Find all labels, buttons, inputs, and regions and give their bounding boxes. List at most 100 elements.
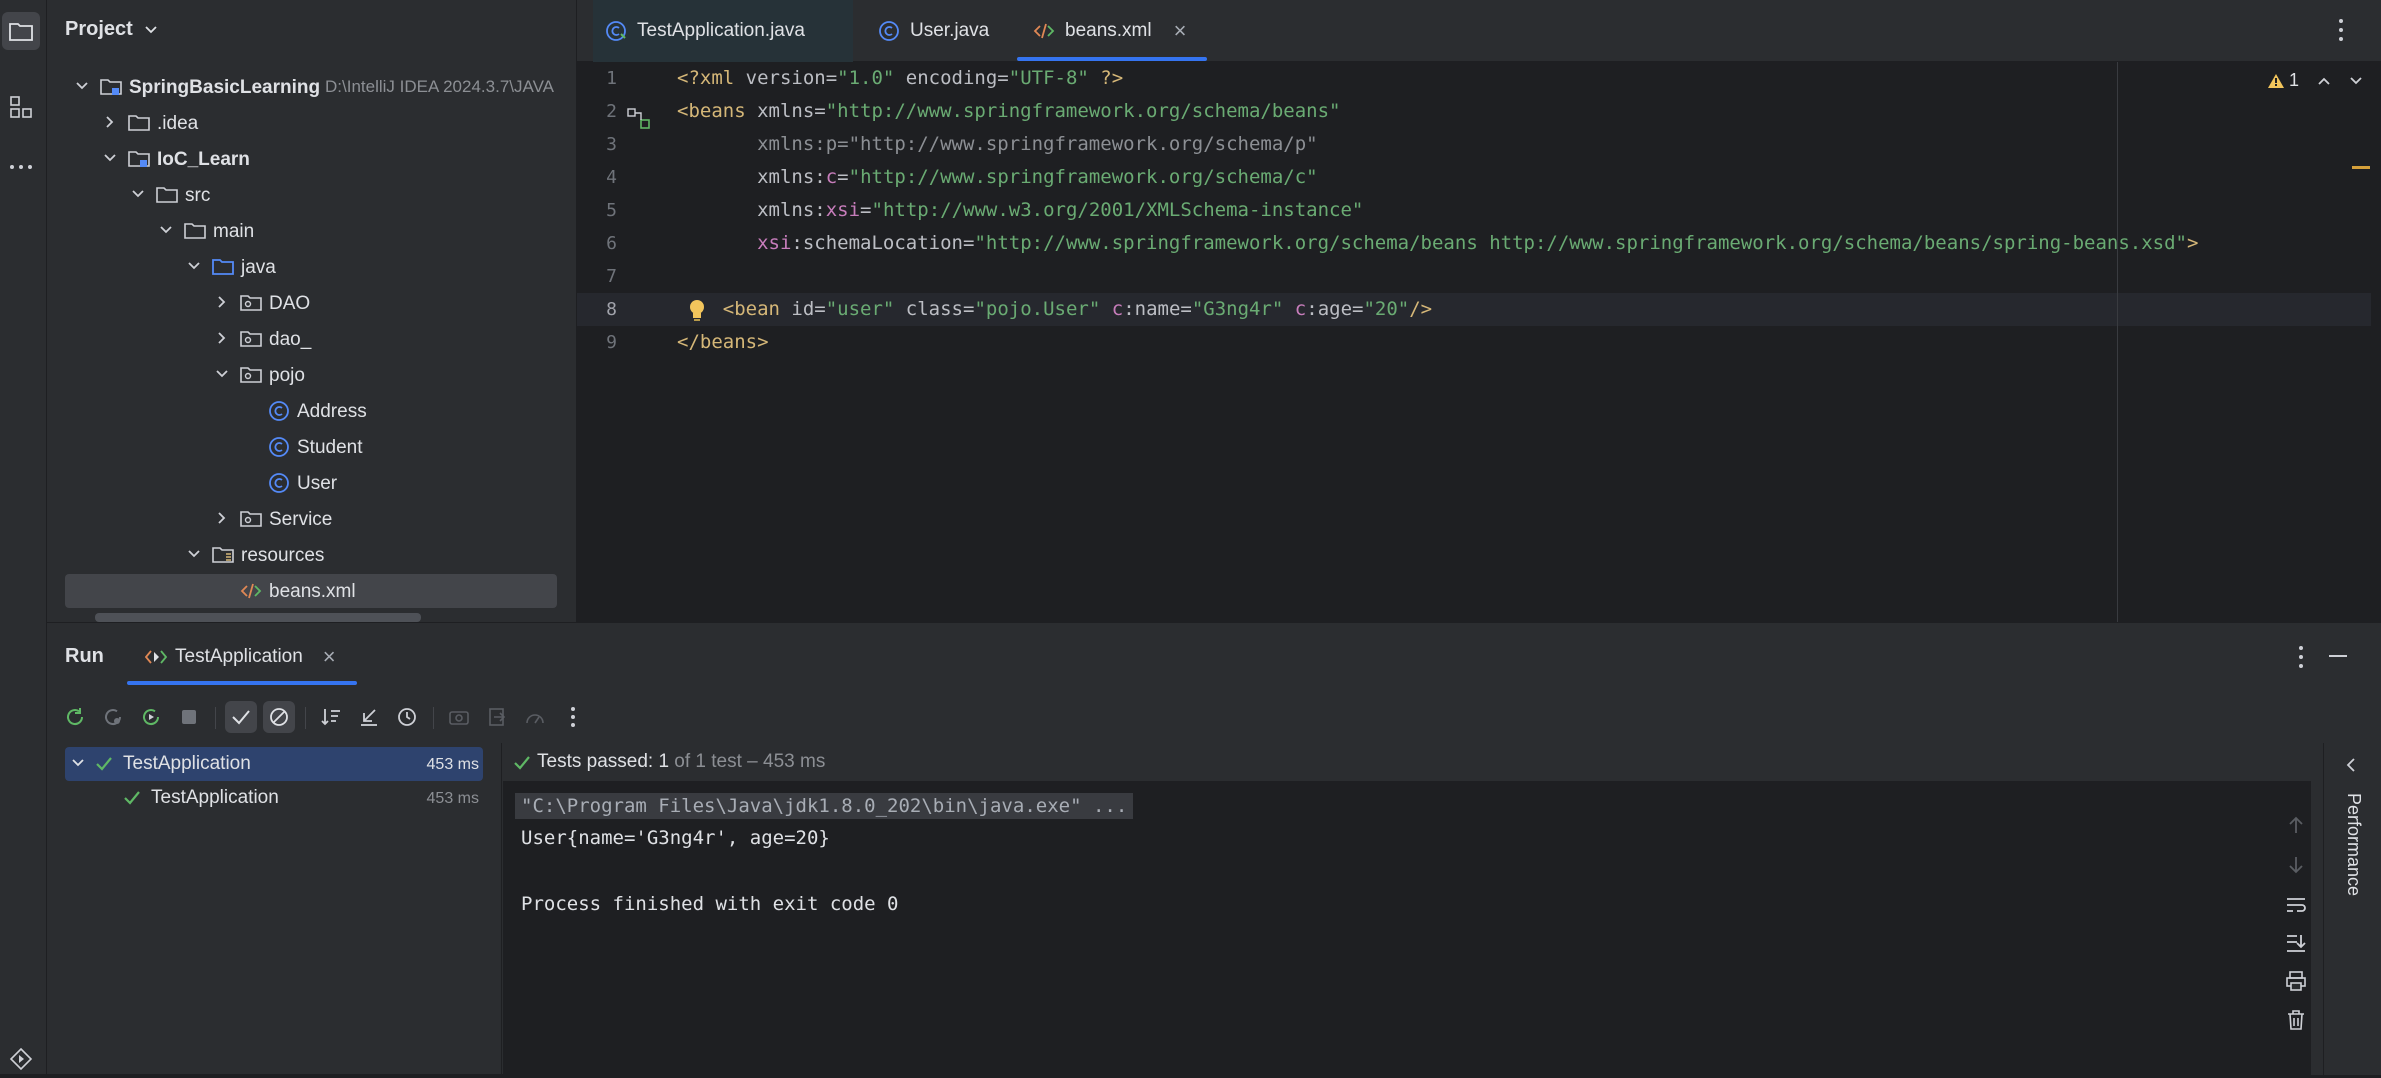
- run-toolbar: [47, 691, 2381, 743]
- code-line: <?xml version="1.0" encoding="UTF-8" ?>: [677, 67, 1123, 89]
- rerun-button[interactable]: [59, 701, 91, 733]
- class-icon: [267, 399, 291, 423]
- code-token: =: [860, 199, 872, 221]
- services-tool-button[interactable]: [2, 1040, 40, 1078]
- chevron-down-icon[interactable]: [101, 149, 119, 167]
- close-icon[interactable]: ×: [1174, 18, 1187, 44]
- tab-label: User.java: [910, 20, 990, 41]
- arrow-up-icon[interactable]: [2287, 815, 2305, 835]
- tree-item-resources[interactable]: resources: [47, 538, 567, 572]
- chevron-down-icon[interactable]: [73, 77, 91, 95]
- minimize-icon[interactable]: [2329, 655, 2347, 657]
- bean-gutter-icon[interactable]: [627, 108, 651, 130]
- run-options-button[interactable]: [2297, 645, 2305, 669]
- error-stripe-marker[interactable]: [2352, 166, 2370, 169]
- chevron-right-icon[interactable]: [213, 329, 231, 347]
- console-exit-line: Process finished with exit code 0: [521, 893, 899, 915]
- test-row-child[interactable]: TestApplication 453 ms: [65, 781, 483, 815]
- code-line: xsi:schemaLocation="http://www.springfra…: [677, 232, 2198, 254]
- tree-item-src[interactable]: src: [47, 178, 567, 212]
- tree-item-dao-[interactable]: dao_: [47, 322, 567, 356]
- project-panel-title[interactable]: Project: [65, 18, 158, 41]
- code-token: c: [1294, 298, 1307, 320]
- chevron-up-icon[interactable]: [2317, 76, 2331, 86]
- tree-item-java[interactable]: java: [47, 250, 567, 284]
- inspection-widget[interactable]: 1: [2267, 70, 2363, 91]
- toolbar-more-button[interactable]: [557, 701, 589, 733]
- folder-icon: [155, 183, 179, 207]
- chevron-down-icon[interactable]: [185, 257, 203, 275]
- console-command-line[interactable]: "C:\Program Files\Java\jdk1.8.0_202\bin\…: [515, 793, 1134, 819]
- test-history-button[interactable]: [391, 701, 423, 733]
- import-tests-button[interactable]: [353, 701, 385, 733]
- intention-bulb-icon[interactable]: [687, 298, 707, 322]
- tree-item-label: User: [297, 473, 338, 494]
- tree-item-springbasiclearning[interactable]: SpringBasicLearning D:\IntelliJ IDEA 2024…: [47, 70, 567, 104]
- run-tool-window: Run TestApplication × TestApplication 45…: [47, 622, 2381, 1075]
- code-token: xmlns:: [677, 199, 826, 221]
- coverage-button[interactable]: [519, 701, 551, 733]
- print-icon[interactable]: [2285, 971, 2307, 991]
- status-rest: of 1 test – 453 ms: [669, 751, 826, 772]
- chevron-right-icon[interactable]: [101, 113, 119, 131]
- show-ignored-toggle[interactable]: [263, 701, 295, 733]
- screenshot-button[interactable]: [443, 701, 475, 733]
- chevron-left-icon[interactable]: [2346, 757, 2356, 773]
- code-view[interactable]: 1 <?xml version="1.0" encoding="UTF-8" ?>…: [577, 62, 2377, 622]
- tree-item-main[interactable]: main: [47, 214, 567, 248]
- active-run-tab-indicator: [127, 681, 357, 685]
- trash-icon[interactable]: [2286, 1009, 2306, 1031]
- code-token: encoding=: [894, 67, 1009, 89]
- code-token: <?xml: [677, 67, 746, 89]
- tree-item-student[interactable]: Student: [47, 430, 567, 464]
- tree-item-service[interactable]: Service: [47, 502, 567, 536]
- soft-wrap-icon[interactable]: [2285, 895, 2307, 915]
- chevron-down-icon[interactable]: [157, 221, 175, 239]
- chevron-right-icon[interactable]: [213, 509, 231, 527]
- project-tool-button[interactable]: [2, 12, 40, 50]
- stop-button[interactable]: [173, 701, 205, 733]
- export-button[interactable]: [481, 701, 513, 733]
- scroll-to-end-icon[interactable]: [2285, 933, 2307, 953]
- tree-item-label: pojo: [269, 365, 305, 386]
- rerun-failed-button[interactable]: [97, 701, 129, 733]
- project-horizontal-scrollbar[interactable]: [95, 613, 421, 622]
- more-tools-button[interactable]: [2, 148, 40, 186]
- tree-item-dao[interactable]: DAO: [47, 286, 567, 320]
- chevron-down-icon[interactable]: [185, 545, 203, 563]
- sort-button[interactable]: [315, 701, 347, 733]
- performance-side-panel[interactable]: Performance: [2323, 743, 2381, 1075]
- code-token: xsi: [825, 199, 861, 221]
- tab-user-java[interactable]: User.java: [862, 0, 1012, 62]
- chevron-down-icon[interactable]: [2349, 76, 2363, 86]
- chevron-down-icon[interactable]: [129, 185, 147, 203]
- tab-test-application[interactable]: TestApplication.java: [593, 0, 853, 62]
- close-icon[interactable]: ×: [323, 644, 336, 670]
- toggle-auto-test-button[interactable]: [135, 701, 167, 733]
- console-output[interactable]: "C:\Program Files\Java\jdk1.8.0_202\bin\…: [503, 781, 2323, 1075]
- ignored-icon: [270, 708, 288, 726]
- structure-tool-button[interactable]: [2, 88, 40, 126]
- tree-item-pojo[interactable]: pojo: [47, 358, 567, 392]
- tree-item-beans-xml[interactable]: beans.xml: [65, 574, 557, 608]
- tabs-more-button[interactable]: [2337, 18, 2345, 42]
- tree-item-label: dao_: [269, 329, 312, 350]
- package-icon: [239, 363, 263, 387]
- tree-item-user[interactable]: User: [47, 466, 567, 500]
- check-icon: [232, 710, 250, 725]
- tab-beans-xml[interactable]: beans.xml ×: [1017, 0, 1237, 62]
- run-config-label: TestApplication: [175, 646, 303, 667]
- line-number: 6: [606, 233, 617, 254]
- tree-item--idea[interactable]: .idea: [47, 106, 567, 140]
- chevron-down-icon[interactable]: [213, 365, 231, 383]
- package-icon: [239, 507, 263, 531]
- tree-item-address[interactable]: Address: [47, 394, 567, 428]
- test-row-root[interactable]: TestApplication 453 ms: [65, 747, 483, 781]
- arrow-down-icon[interactable]: [2287, 855, 2305, 875]
- more-vertical-icon: [2339, 19, 2343, 41]
- chevron-right-icon[interactable]: [213, 293, 231, 311]
- tree-item-ioc-learn[interactable]: IoC_Learn: [47, 142, 567, 176]
- code-token: :name=: [1123, 298, 1192, 320]
- show-passed-toggle[interactable]: [225, 701, 257, 733]
- tree-item-label: resources: [241, 545, 325, 566]
